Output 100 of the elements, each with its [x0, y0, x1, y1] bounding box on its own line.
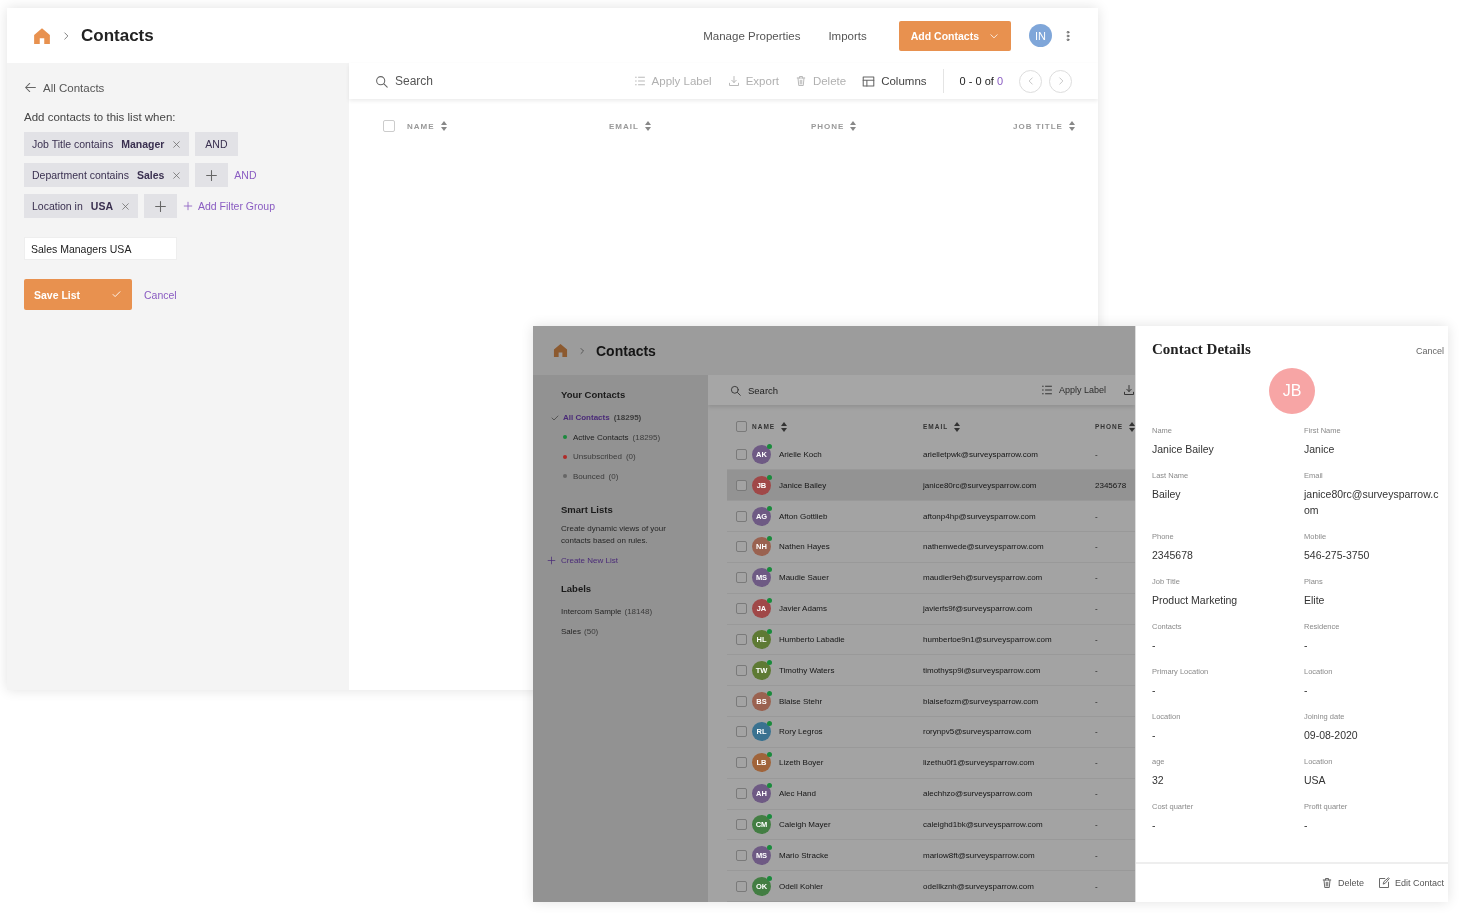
contact-phone: -: [1095, 604, 1099, 614]
sort-icon[interactable]: [850, 121, 857, 131]
row-checkbox[interactable]: [736, 633, 747, 645]
filter-chip[interactable]: Job Title contains Manager: [24, 132, 190, 156]
pagination-range: 0 - 0 of 0: [959, 75, 1003, 87]
row-checkbox[interactable]: [736, 695, 747, 707]
row-checkbox[interactable]: [736, 603, 747, 615]
field-value: Product Marketing: [1152, 593, 1239, 608]
field-value: -: [1152, 818, 1157, 833]
chevron-right-icon: [61, 30, 71, 41]
field-value: Bailey: [1152, 487, 1182, 502]
header-link[interactable]: Manage Properties: [703, 29, 801, 42]
add-filter-group-link[interactable]: Add Filter Group: [182, 200, 275, 212]
label-item[interactable]: Sales (50): [561, 621, 708, 641]
contact-phone: -: [1095, 665, 1099, 675]
sort-icon[interactable]: [954, 421, 961, 432]
row-checkbox[interactable]: [736, 819, 747, 830]
filter-chip[interactable]: Location in USA: [24, 194, 138, 218]
row-checkbox[interactable]: [736, 880, 747, 892]
contact-email: humbertoe9n1@surveysparrow.com: [923, 634, 1053, 644]
header-link[interactable]: Imports: [828, 29, 867, 42]
field-value: 546-275-3750: [1304, 548, 1371, 563]
close-icon: [120, 201, 130, 211]
search-field[interactable]: Search: [395, 74, 443, 88]
row-checkbox[interactable]: [736, 541, 747, 553]
cancel-link[interactable]: Cancel: [144, 288, 177, 301]
search-field[interactable]: Search: [748, 384, 782, 396]
field-value: Janice Bailey: [1152, 442, 1215, 457]
contact-phone: -: [1095, 449, 1099, 459]
contact-email: maudier9eh@surveysparrow.com: [923, 573, 1044, 583]
select-all-checkbox[interactable]: [383, 120, 395, 132]
contact-filter-item[interactable]: Active Contacts (18295): [551, 427, 708, 447]
contact-email: alechhzo@surveysparrow.com: [923, 789, 1034, 799]
row-checkbox[interactable]: [736, 448, 747, 460]
field-value: -: [1304, 638, 1309, 653]
row-checkbox[interactable]: [736, 849, 747, 861]
row-checkbox[interactable]: [736, 726, 747, 738]
contact-avatar: JB: [1269, 368, 1315, 414]
sort-icon[interactable]: [1129, 421, 1135, 432]
toolbar-action[interactable]: Apply Label: [1040, 384, 1106, 396]
label-item[interactable]: Intercom Sample (18148): [561, 602, 708, 622]
field-value: 09-08-2020: [1304, 728, 1359, 743]
row-checkbox[interactable]: [736, 757, 747, 769]
sort-icon[interactable]: [1068, 121, 1075, 131]
back-link[interactable]: All Contacts: [24, 81, 105, 94]
trash-icon: [1320, 877, 1333, 889]
contact-name: Caleigh Mayer: [779, 820, 831, 829]
contact-email: mariow8ft@surveysparrow.com: [923, 850, 1036, 860]
filter-chip[interactable]: Department contains Sales: [24, 163, 190, 187]
previous-page-button[interactable]: [1019, 69, 1042, 93]
sort-icon[interactable]: [440, 121, 447, 131]
contact-name: Maudie Sauer: [779, 573, 829, 583]
edit-icon: [1377, 877, 1390, 889]
row-checkbox[interactable]: [736, 788, 747, 800]
list-name-field[interactable]: Sales Managers USA: [24, 237, 177, 260]
row-checkbox[interactable]: [736, 572, 747, 584]
section-heading: Labels: [561, 583, 593, 594]
contact-name: Janice Bailey: [779, 480, 827, 490]
add-filter-button[interactable]: [143, 194, 177, 218]
field-value: -: [1304, 683, 1309, 698]
contact-name: Odell Kohler: [779, 881, 824, 891]
field-value: 32: [1152, 773, 1165, 788]
check-icon: [111, 289, 122, 300]
contact-filter-item[interactable]: All Contacts (18295): [551, 408, 708, 428]
row-checkbox[interactable]: [736, 479, 747, 491]
download-icon: [727, 75, 740, 87]
and-button[interactable]: AND: [195, 132, 238, 156]
contact-phone: -: [1095, 727, 1099, 737]
section-heading: Smart Lists: [561, 504, 614, 515]
sort-icon[interactable]: [781, 421, 788, 432]
small-plus-icon: [182, 201, 193, 211]
close-icon: [172, 139, 182, 149]
contact-name: Rory Legros: [779, 727, 823, 737]
contact-email: aftonp4hp@surveysparrow.com: [923, 511, 1037, 521]
home-icon[interactable]: [553, 343, 568, 358]
contact-email: odellkznh@surveysparrow.com: [923, 881, 1035, 891]
row-checkbox[interactable]: [736, 664, 747, 676]
cancel-link[interactable]: Cancel: [1416, 346, 1444, 356]
contact-phone: -: [1095, 850, 1099, 860]
contact-name: Humberto Labadie: [779, 634, 845, 644]
home-icon[interactable]: [33, 26, 51, 45]
next-page-button[interactable]: [1049, 69, 1072, 93]
create-list-link[interactable]: Create New List: [547, 556, 708, 565]
select-all-checkbox[interactable]: [736, 421, 747, 433]
edit-contact-button[interactable]: Edit Contact: [1377, 877, 1444, 889]
sort-icon[interactable]: [644, 121, 651, 131]
contact-email: rorynpv5@surveysparrow.com: [923, 727, 1033, 737]
toolbar-action[interactable]: Columns: [862, 74, 927, 88]
delete-button[interactable]: Delete: [1320, 877, 1364, 889]
columns-icon: [862, 74, 876, 88]
and-link[interactable]: AND: [234, 169, 257, 181]
plus-icon: [205, 168, 219, 182]
add-filter-button[interactable]: [195, 163, 229, 187]
contact-phone: -: [1095, 511, 1099, 521]
row-checkbox[interactable]: [736, 510, 747, 522]
contact-email: arielletpwk@surveysparrow.com: [923, 449, 1039, 459]
contact-phone: -: [1095, 573, 1099, 583]
field-value: -: [1152, 728, 1157, 743]
search-icon: [375, 74, 388, 88]
contact-phone: -: [1095, 634, 1099, 644]
